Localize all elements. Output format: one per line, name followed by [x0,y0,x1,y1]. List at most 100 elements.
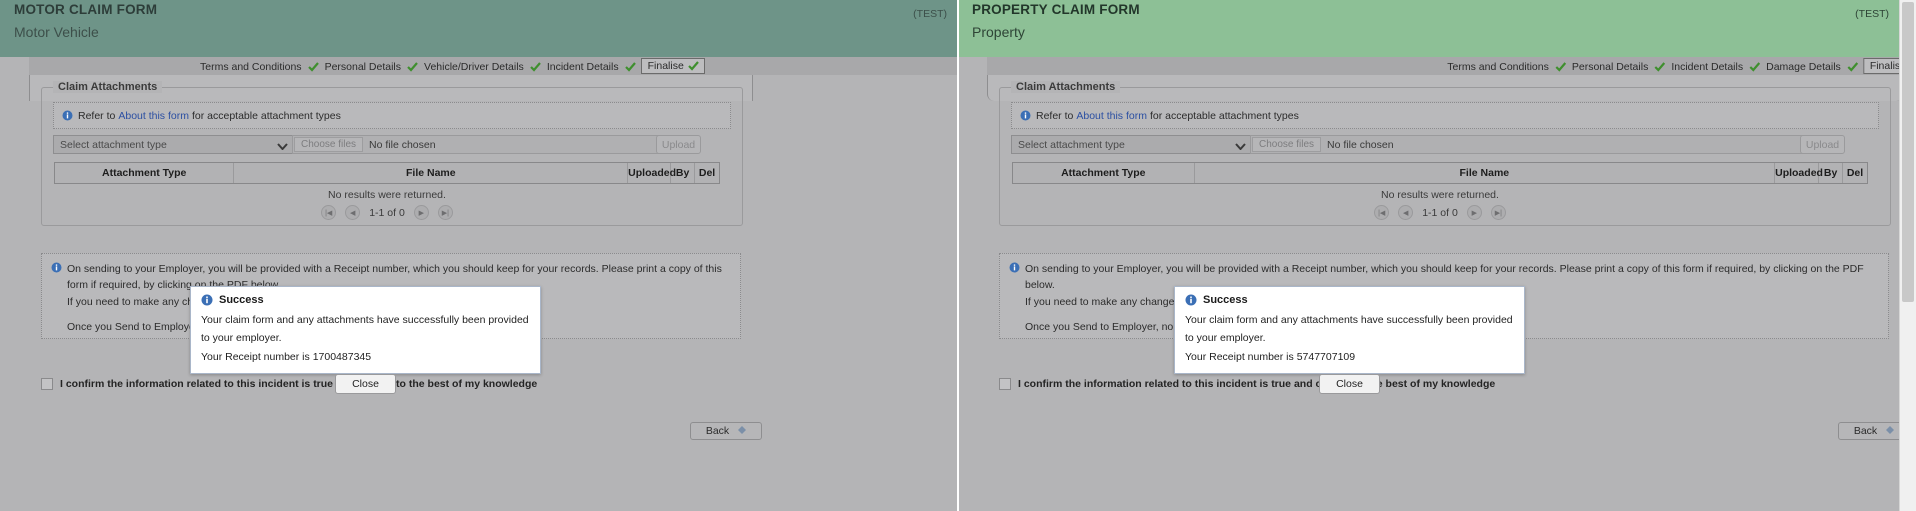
attachments-pager: |◀ ◀ 1-1 of 0 ▶ ▶| [1012,201,1868,220]
pane-divider [957,0,959,511]
page-subtitle: Property [972,24,1025,40]
success-dialog-close-button[interactable]: Close [1319,374,1380,395]
attachment-type-select[interactable]: Select attachment type [53,135,296,154]
about-this-form-link[interactable]: About this form [1076,110,1147,122]
check-tick-icon [688,61,699,71]
file-status-text: No file chosen [369,138,436,151]
attachments-table: Attachment Type File Name Uploaded By De… [54,162,720,220]
breadcrumb-step-vehicle[interactable]: Vehicle/Driver Details [423,61,525,73]
column-by: By [671,163,696,183]
column-del: Del [1846,167,1864,179]
column-attachment-type: Attachment Type [55,163,235,183]
property-claim-form-pane: PROPERTY CLAIM FORM Property (TEST) Term… [958,0,1916,511]
breadcrumb-strip: Terms and Conditions Personal Details In… [987,57,1916,75]
attachment-info-prefix: Refer to [78,109,116,122]
check-tick-icon [1749,62,1760,72]
attachments-empty-message: No results were returned. [328,189,446,201]
last-page-icon[interactable]: ▶| [437,205,453,220]
motor-form-body: Terms and Conditions Personal Details Ve… [0,57,958,511]
back-button[interactable]: Back [690,422,762,440]
page-title: PROPERTY CLAIM FORM [972,2,1140,17]
back-button-label: Back [1853,425,1878,437]
environment-flag: (TEST) [913,8,947,20]
chevron-down-icon [1235,141,1246,153]
attachments-pager: |◀ ◀ 1-1 of 0 ▶ ▶| [54,201,720,220]
attachments-table-header: Attachment Type File Name Uploaded By De… [54,162,720,184]
attachment-info-prefix: Refer to [1036,109,1074,122]
success-dialog-receipt-line: Your Receipt number is 1700487345 [201,348,530,366]
success-dialog-close-button[interactable]: Close [335,374,396,395]
first-page-icon[interactable]: |◀ [1374,205,1390,220]
attachment-info-strip: Refer to About this form for acceptable … [53,102,731,129]
previous-page-icon[interactable]: ◀ [1398,205,1414,220]
confirm-information-checkbox[interactable] [999,378,1011,390]
next-page-icon[interactable]: ▶ [1466,205,1482,220]
success-dialog-receipt-number: 1700487345 [312,350,372,363]
success-dialog-body: Your claim form and any attachments have… [191,309,540,366]
breadcrumb: Terms and Conditions Personal Details In… [1446,58,1916,75]
pager-text: 1-1 of 0 [1422,206,1458,219]
pager-text: 1-1 of 0 [369,206,405,219]
attachment-type-select-value: Select attachment type [1018,138,1125,151]
breadcrumb-step-incident[interactable]: Incident Details [1670,61,1744,73]
claim-attachments-legend: Claim Attachments [53,81,163,93]
attachments-empty-message: No results were returned. [1381,189,1499,201]
breadcrumb-step-terms[interactable]: Terms and Conditions [1446,61,1550,73]
breadcrumb-step-terms[interactable]: Terms and Conditions [199,61,303,73]
motor-claim-form-pane: MOTOR CLAIM FORM Motor Vehicle (TEST) Te… [0,0,958,511]
back-arrow-icon [738,425,747,437]
check-tick-icon [1555,62,1566,72]
success-dialog-message: Your claim form and any attachments have… [201,314,529,345]
next-page-icon[interactable]: ▶ [413,205,429,220]
check-tick-icon [624,62,636,72]
last-page-icon[interactable]: ▶| [1490,205,1506,220]
info-circle-icon [51,262,62,273]
success-dialog-footer: Close [191,366,540,405]
info-circle-icon [201,294,213,306]
breadcrumb-step-finalise[interactable]: Finalise [640,58,705,74]
choose-files-button[interactable]: Choose files [1252,137,1322,152]
success-dialog-title: Success [1203,294,1248,306]
upload-button[interactable]: Upload [656,135,701,154]
file-chooser[interactable]: Choose files No file chosen [292,135,662,154]
file-chooser[interactable]: Choose files No file chosen [1250,135,1806,154]
column-attachment-type: Attachment Type [1013,163,1195,183]
motor-header-banner: MOTOR CLAIM FORM Motor Vehicle (TEST) [0,0,958,57]
claim-attachments-fieldset: Claim Attachments Refer to About this fo… [999,81,1891,226]
about-this-form-link[interactable]: About this form [118,110,189,122]
success-dialog-title-row: Success [191,287,540,309]
breadcrumb-step-personal[interactable]: Personal Details [324,61,402,73]
breadcrumb-step-damage[interactable]: Damage Details [1765,61,1842,73]
breadcrumb-step-incident[interactable]: Incident Details [546,61,620,73]
column-file-name: File Name [234,163,629,183]
environment-flag: (TEST) [1855,8,1889,20]
property-form-body: Terms and Conditions Personal Details In… [958,57,1916,511]
page-title: MOTOR CLAIM FORM [14,2,158,17]
attachment-info-suffix: for acceptable attachment types [191,109,341,122]
upload-button-label: Upload [1805,138,1840,151]
vertical-scrollbar[interactable] [1899,0,1916,511]
property-header-banner: PROPERTY CLAIM FORM Property (TEST) [958,0,1916,57]
success-dialog-footer: Close [1175,366,1524,405]
info-circle-icon [1009,262,1020,273]
attachments-table-header: Attachment Type File Name Uploaded By De… [1012,162,1868,184]
breadcrumb-step-personal[interactable]: Personal Details [1571,61,1649,73]
attachment-type-select[interactable]: Select attachment type [1011,135,1254,154]
success-dialog-receipt-number: 5747707109 [1296,350,1356,363]
check-tick-icon [530,62,541,72]
scrollbar-thumb[interactable] [1902,2,1914,302]
previous-page-icon[interactable]: ◀ [345,205,361,220]
breadcrumb: Terms and Conditions Personal Details Ve… [199,58,705,75]
success-dialog: Success Your claim form and any attachme… [1174,286,1525,395]
upload-button[interactable]: Upload [1800,135,1845,154]
check-tick-icon [1847,62,1858,72]
confirm-information-checkbox[interactable] [41,378,53,390]
back-arrow-icon [1886,425,1895,437]
choose-files-button[interactable]: Choose files [294,137,364,152]
check-tick-icon [1654,62,1666,72]
back-button-label: Back [705,425,730,437]
first-page-icon[interactable]: |◀ [321,205,337,220]
breadcrumb-step-finalise-label: Finalise [647,60,684,72]
info-circle-icon [62,110,73,121]
dual-claim-form-comparison: MOTOR CLAIM FORM Motor Vehicle (TEST) Te… [0,0,1916,511]
